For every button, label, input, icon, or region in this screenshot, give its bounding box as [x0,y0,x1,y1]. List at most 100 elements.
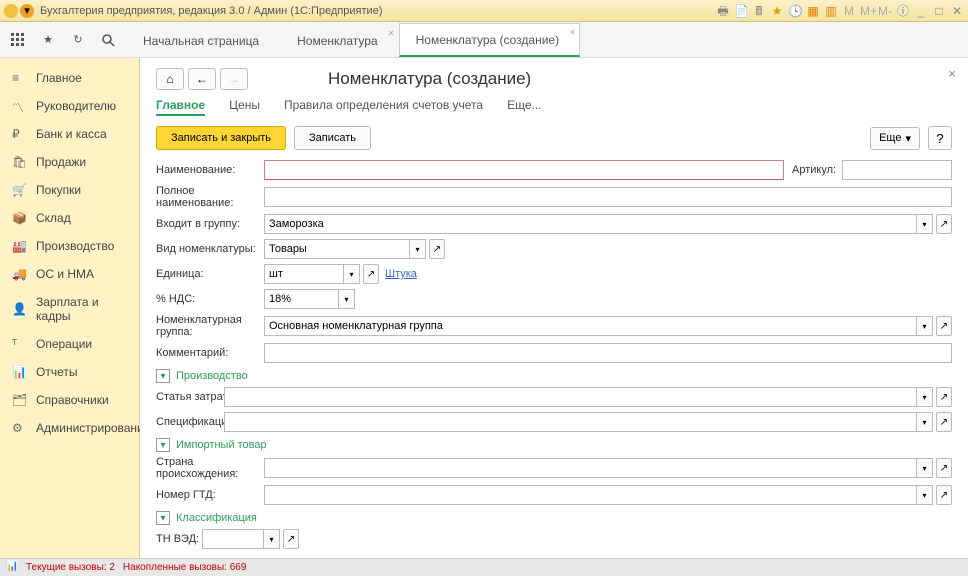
sidebar-item-assets[interactable]: 🚚ОС и НМА [0,260,139,288]
search-icon[interactable] [94,26,122,54]
classification-toggle[interactable]: ▾ [156,511,170,525]
origin-dropdown-button[interactable]: ▾ [917,458,933,478]
production-toggle[interactable]: ▾ [156,369,170,383]
subtab-rules[interactable]: Правила определения счетов учета [284,96,483,116]
box-icon: 📦 [12,211,26,225]
tab-start-page[interactable]: Начальная страница [126,24,280,57]
print-icon[interactable]: 🖶 [716,4,730,18]
folder-icon: 🗂 [12,393,26,407]
calendar-icon[interactable]: ▥ [824,4,838,18]
cost-item-dropdown-button[interactable]: ▾ [917,387,933,407]
tab-close-icon[interactable]: × [388,28,393,38]
bag-icon: 🛍 [12,155,26,169]
home-button[interactable]: ⌂ [156,68,184,90]
tab-nomenclature-create[interactable]: Номенклатура (создание) × [399,23,580,57]
gtd-input[interactable] [264,485,917,505]
type-dropdown-button[interactable]: ▾ [410,239,426,259]
comment-input[interactable] [264,343,952,363]
import-title[interactable]: Импортный товар [176,439,267,451]
sidebar-item-production[interactable]: 🏭Производство [0,232,139,260]
clock-icon[interactable]: 🕓 [788,4,802,18]
back-button[interactable]: ← [188,68,216,90]
sidebar-item-sales[interactable]: 🛍Продажи [0,148,139,176]
cost-item-input[interactable] [224,387,917,407]
m-icon[interactable]: M [842,4,856,18]
spec-dropdown-button[interactable]: ▾ [917,412,933,432]
maximize-icon[interactable]: □ [932,4,946,18]
unit-label: Единица: [156,268,264,280]
article-input[interactable] [842,160,952,180]
subtab-main[interactable]: Главное [156,96,205,116]
subtab-more[interactable]: Еще... [507,96,541,116]
favorite-icon[interactable]: ★ [34,26,62,54]
gear-icon: ⚙ [12,421,26,435]
sidebar-item-purchases[interactable]: 🛒Покупки [0,176,139,204]
minimize-icon[interactable]: _ [914,4,928,18]
help-button[interactable]: ? [928,126,952,150]
nomgroup-open-button[interactable]: ↗ [936,316,952,336]
sidebar-item-warehouse[interactable]: 📦Склад [0,204,139,232]
sidebar-item-payroll[interactable]: 👤Зарплата и кадры [0,288,139,330]
spec-input[interactable] [224,412,917,432]
m-plus-icon[interactable]: M+ [860,4,874,18]
star-icon[interactable]: ★ [770,4,784,18]
unit-open-button[interactable]: ↗ [363,264,379,284]
tab-close-icon[interactable]: × [570,27,575,37]
nomgroup-dropdown-button[interactable]: ▾ [917,316,933,336]
sidebar-item-main[interactable]: ≡Главное [0,64,139,92]
nomgroup-input[interactable] [264,316,917,336]
grid-icon[interactable]: ▦ [806,4,820,18]
app-icon-dropdown[interactable]: ▾ [20,4,34,18]
classification-title[interactable]: Классификация [176,512,257,524]
tnved-open-button[interactable]: ↗ [283,529,299,549]
apps-icon[interactable] [4,26,32,54]
calc-icon[interactable]: 🖩 [752,4,766,18]
unit-link[interactable]: Штука [385,268,417,280]
spec-open-button[interactable]: ↗ [936,412,952,432]
production-title[interactable]: Производство [176,370,248,382]
close-form-icon[interactable]: × [948,66,956,81]
save-close-button[interactable]: Записать и закрыть [156,126,286,150]
sidebar-item-catalogs[interactable]: 🗂Справочники [0,386,139,414]
type-open-button[interactable]: ↗ [429,239,445,259]
cost-item-open-button[interactable]: ↗ [936,387,952,407]
sidebar-label: Производство [36,239,114,253]
tnved-input[interactable] [202,529,264,549]
history-icon[interactable]: ↻ [64,26,92,54]
save-button[interactable]: Записать [294,126,371,150]
sidebar-item-reports[interactable]: 📊Отчеты [0,358,139,386]
sidebar-item-operations[interactable]: ᵀОперации [0,330,139,358]
forward-button[interactable]: → [220,68,248,90]
info-icon[interactable]: ⓘ [896,4,910,18]
subtab-prices[interactable]: Цены [229,96,260,116]
m-minus-icon[interactable]: M- [878,4,892,18]
tab-nomenclature[interactable]: Номенклатура × [280,24,399,57]
unit-dropdown-button[interactable]: ▾ [344,264,360,284]
origin-input[interactable] [264,458,917,478]
group-open-button[interactable]: ↗ [936,214,952,234]
vat-input[interactable] [264,289,339,309]
fullname-input[interactable] [264,187,952,207]
more-button[interactable]: Еще▾ [870,127,920,150]
close-icon[interactable]: ✕ [950,4,964,18]
import-toggle[interactable]: ▾ [156,438,170,452]
unit-input[interactable] [264,264,344,284]
top-tab-bar: ★ ↻ Начальная страница Номенклатура × Ном… [0,22,968,58]
group-input[interactable] [264,214,917,234]
gtd-dropdown-button[interactable]: ▾ [917,485,933,505]
sidebar-item-manager[interactable]: 〽Руководителю [0,92,139,120]
file-icon[interactable]: 📄 [734,4,748,18]
gtd-open-button[interactable]: ↗ [936,485,952,505]
group-dropdown-button[interactable]: ▾ [917,214,933,234]
sidebar-label: Главное [36,71,82,85]
sidebar-item-admin[interactable]: ⚙Администрирование [0,414,139,442]
gtd-label: Номер ГТД: [156,489,264,501]
tnved-dropdown-button[interactable]: ▾ [264,529,280,549]
vat-dropdown-button[interactable]: ▾ [339,289,355,309]
sidebar-label: Операции [36,337,92,351]
origin-open-button[interactable]: ↗ [936,458,952,478]
name-input[interactable] [264,160,784,180]
sidebar-item-bank[interactable]: ₽Банк и касса [0,120,139,148]
tab-label: Номенклатура [297,34,378,48]
type-input[interactable] [264,239,410,259]
